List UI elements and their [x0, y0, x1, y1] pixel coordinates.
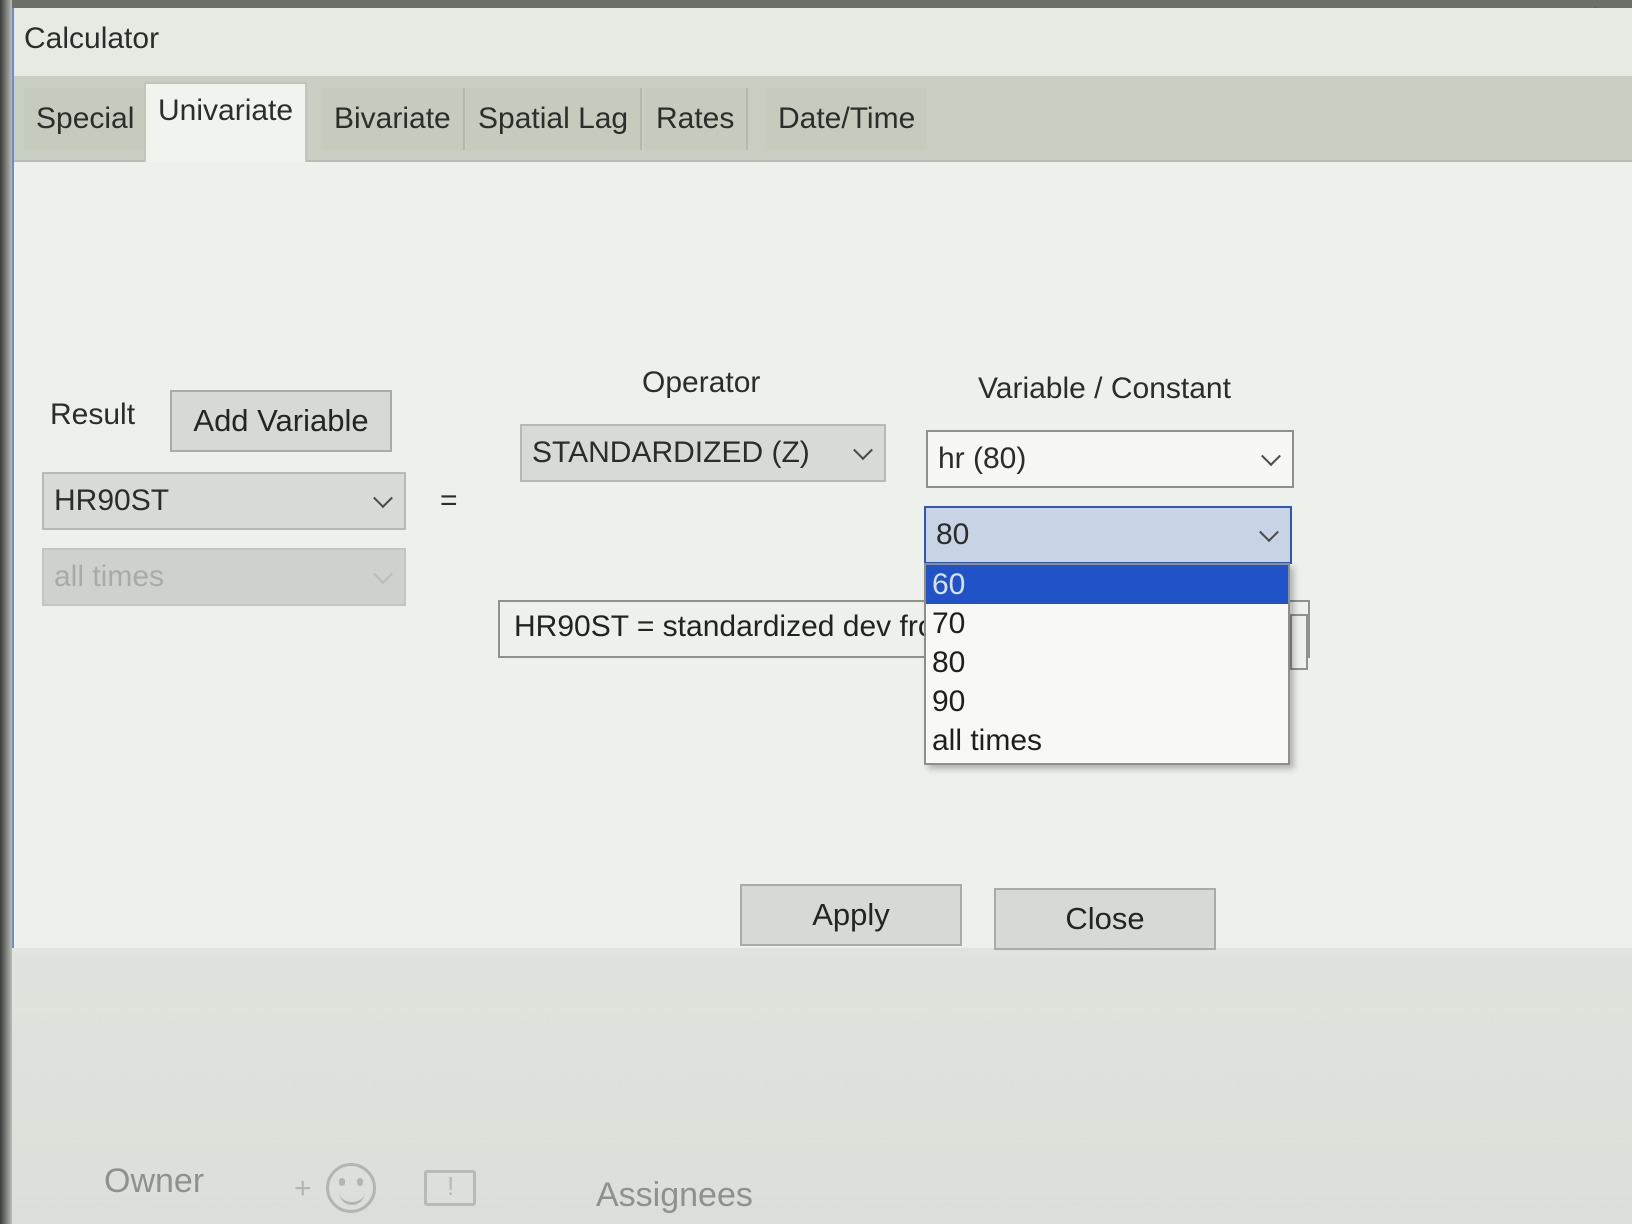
add-variable-button[interactable]: Add Variable — [170, 390, 392, 452]
result-time-select: all times — [42, 548, 406, 606]
operator-value: STANDARDIZED (Z) — [532, 436, 810, 469]
time-select[interactable]: 80 — [924, 506, 1292, 564]
tab-strip: Special Univariate Bivariate Spatial Lag… — [14, 76, 1632, 164]
time-dropdown-list: 60 70 80 90 all times — [924, 563, 1290, 765]
smiley-icon[interactable] — [326, 1163, 376, 1213]
apply-button[interactable]: Apply — [740, 884, 962, 946]
tab-special[interactable]: Special — [24, 88, 149, 150]
operator-label: Operator — [642, 366, 761, 399]
dropdown-option-all-times[interactable]: all times — [926, 721, 1288, 760]
title-bar: Calculator — [14, 8, 1632, 76]
dropdown-option-70[interactable]: 70 — [926, 604, 1288, 643]
tab-rates[interactable]: Rates — [644, 88, 749, 150]
comment-icon[interactable] — [424, 1170, 476, 1206]
result-time-value: all times — [54, 560, 165, 593]
time-value: 80 — [936, 518, 970, 551]
tab-univariate[interactable]: Univariate — [144, 82, 308, 164]
operator-select[interactable]: STANDARDIZED (Z) — [520, 424, 886, 482]
equals-sign: = — [440, 484, 458, 517]
dropdown-option-60[interactable]: 60 — [926, 565, 1288, 604]
plus-icon[interactable]: + — [294, 1172, 312, 1206]
owner-label: Owner — [104, 1162, 205, 1200]
chevron-down-icon — [1259, 522, 1279, 543]
close-button[interactable]: Close — [994, 888, 1216, 950]
formula-scroll-handle[interactable] — [1290, 614, 1308, 670]
result-variable-value: HR90ST — [54, 484, 170, 517]
tab-spatial-lag[interactable]: Spatial Lag — [466, 88, 643, 150]
result-variable-select[interactable]: HR90ST — [42, 472, 406, 530]
result-label: Result — [50, 398, 136, 431]
variable-constant-label: Variable / Constant — [978, 372, 1231, 405]
chevron-down-icon — [373, 488, 393, 509]
window-title: Calculator — [24, 22, 160, 55]
chevron-down-icon — [1261, 446, 1281, 467]
tab-date-time[interactable]: Date/Time — [766, 88, 928, 150]
variable-select[interactable]: hr (80) — [926, 430, 1294, 488]
tab-bivariate[interactable]: Bivariate — [322, 88, 465, 150]
chevron-down-icon — [853, 440, 873, 461]
formula-text: HR90ST = standardized dev fro — [514, 610, 935, 643]
chevron-down-icon — [373, 564, 393, 585]
dropdown-option-80[interactable]: 80 — [926, 643, 1288, 682]
variable-value: hr (80) — [938, 442, 1027, 475]
background-left-edge — [0, 0, 12, 1224]
dropdown-option-90[interactable]: 90 — [926, 682, 1288, 721]
assignees-label: Assignees — [596, 1176, 753, 1214]
